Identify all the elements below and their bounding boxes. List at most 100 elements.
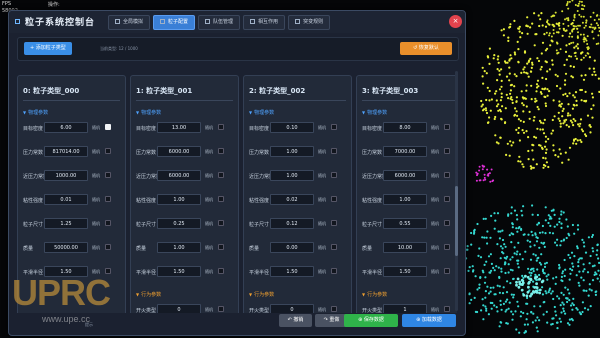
particle [593, 70, 596, 73]
particle [467, 269, 470, 272]
particle [584, 251, 588, 254]
param-row: 粘性强度 1.00 随机 [131, 193, 238, 207]
particle [584, 74, 587, 77]
tab-particle-config[interactable]: 粒子配置 [153, 15, 196, 30]
random-checkbox[interactable] [331, 124, 337, 130]
param-value: 1.00 [286, 149, 298, 155]
random-checkbox[interactable] [218, 124, 224, 130]
random-checkbox[interactable] [218, 148, 224, 154]
particle [591, 235, 594, 238]
random-checkbox[interactable] [331, 244, 337, 250]
physics-section-header[interactable]: ▼ 物理参数 [362, 109, 387, 116]
particle [569, 65, 572, 68]
particle [515, 75, 518, 78]
particle [589, 125, 592, 128]
tab-bullet-icon [160, 19, 166, 24]
random-checkbox[interactable] [105, 244, 111, 250]
behavior-section-header[interactable]: ▼ 行为参数 [362, 291, 387, 298]
random-checkbox[interactable] [105, 124, 111, 130]
random-checkbox[interactable] [444, 148, 450, 154]
particle [589, 131, 592, 134]
window-icon [15, 19, 20, 24]
particle [544, 87, 547, 90]
random-checkbox[interactable] [105, 220, 111, 226]
particle [570, 23, 573, 26]
close-button[interactable]: × [449, 15, 462, 28]
param-label: 质量 [23, 246, 34, 252]
tab-team-manage[interactable]: 队伍管理 [198, 15, 241, 30]
random-checkbox[interactable] [444, 268, 450, 274]
random-checkbox[interactable] [218, 172, 224, 178]
particle [503, 60, 507, 63]
random-checkbox[interactable] [444, 124, 450, 130]
physics-section-header[interactable]: ▼ 物理参数 [249, 109, 274, 116]
random-label: 随机 [92, 245, 100, 250]
particle [482, 217, 485, 220]
particle [577, 261, 580, 264]
particle [594, 27, 597, 30]
particle [568, 0, 571, 3]
random-checkbox[interactable] [218, 306, 224, 312]
reset-defaults-button[interactable]: ↺ 恢复默认 [400, 42, 452, 55]
load-data-button[interactable]: ⊕ 加载数据 [402, 314, 456, 327]
param-row: 压力常数 6000.00 随机 [131, 145, 238, 159]
particle [564, 286, 567, 289]
random-checkbox[interactable] [444, 196, 450, 202]
behavior-section-header[interactable]: ▼ 行为参数 [136, 291, 161, 298]
random-checkbox[interactable] [331, 306, 337, 312]
tab-mutation-rules[interactable]: 突变规则 [288, 15, 331, 30]
random-checkbox[interactable] [218, 220, 224, 226]
particle [520, 278, 524, 282]
random-checkbox[interactable] [105, 196, 111, 202]
particle [547, 221, 550, 225]
random-checkbox[interactable] [331, 268, 337, 274]
particle [510, 241, 513, 244]
particle [498, 69, 501, 72]
particle [552, 25, 555, 28]
random-checkbox[interactable] [331, 172, 337, 178]
particle [569, 267, 572, 270]
particle [534, 232, 537, 235]
random-checkbox[interactable] [444, 244, 450, 250]
physics-section-header[interactable]: ▼ 物理参数 [136, 109, 161, 116]
behavior-section-header[interactable]: ▼ 行为参数 [249, 291, 274, 298]
random-checkbox[interactable] [331, 148, 337, 154]
random-checkbox[interactable] [105, 172, 111, 178]
undo-button[interactable]: ↶ 撤销 [279, 314, 312, 327]
random-checkbox[interactable] [218, 268, 224, 274]
random-checkbox[interactable] [331, 220, 337, 226]
particle [583, 26, 586, 29]
random-checkbox[interactable] [444, 220, 450, 226]
particle [529, 245, 532, 248]
scrollbar-thumb[interactable] [455, 186, 458, 256]
particle [508, 234, 511, 237]
particle [559, 87, 562, 90]
particle [557, 51, 560, 54]
particle [584, 90, 587, 93]
particle-panel-3: 3: 粒子类型_003 ▼ 物理参数 目标密度 8.00 随机 压力常数 7000.… [356, 75, 457, 313]
particle [521, 129, 524, 132]
random-checkbox[interactable] [218, 244, 224, 250]
panel-scrollbar[interactable] [455, 71, 458, 311]
tab-interactions[interactable]: 相互作用 [243, 15, 286, 30]
save-data-button[interactable]: ⊕ 保存数据 [344, 314, 398, 327]
physics-section-header[interactable]: ▼ 物理参数 [23, 109, 48, 116]
random-checkbox[interactable] [331, 196, 337, 202]
random-checkbox[interactable] [444, 172, 450, 178]
particle [572, 118, 575, 121]
particle [532, 290, 536, 294]
particle [521, 258, 524, 261]
add-particle-type-button[interactable]: + 添加粒子类型 [24, 42, 72, 55]
particle [540, 65, 543, 69]
random-checkbox[interactable] [105, 148, 111, 154]
particle [515, 110, 518, 113]
particle [592, 104, 595, 107]
particle [593, 273, 596, 276]
random-checkbox[interactable] [218, 196, 224, 202]
particle [514, 53, 517, 56]
random-checkbox[interactable] [444, 306, 450, 312]
window-titlebar[interactable]: 粒子系统控制台 全局模拟 粒子配置 队伍管理 相互作用 突变规则 × [9, 11, 465, 33]
particle [539, 128, 542, 131]
tab-global-sim[interactable]: 全局模拟 [108, 15, 151, 30]
particle [538, 319, 541, 322]
